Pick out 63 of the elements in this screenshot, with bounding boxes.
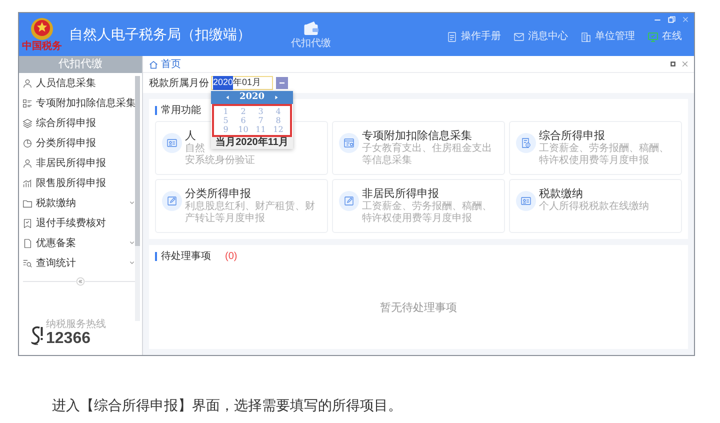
function-card[interactable]: 非居民所得申报 工资薪金、劳务报酬、稿酬、特许权使用费等月度申报 [332, 179, 505, 233]
logo-text: 中国税务 [22, 41, 62, 52]
sidebar-item[interactable]: 查询统计 [19, 253, 135, 273]
function-card[interactable]: 综合所得申报 工资薪金、劳务报酬、稿酬、特许权使用费等月度申报 [509, 121, 682, 175]
sidebar-header: 代扣代缴 [19, 56, 142, 73]
edit-icon [343, 195, 355, 207]
restore-icon[interactable] [667, 15, 676, 24]
field-label: 税款所属月份 [149, 76, 209, 90]
sidebar-item[interactable]: 非居民所得申报 [19, 153, 135, 173]
sidebar-item[interactable]: 分类所得申报 [19, 133, 135, 153]
scrollbar[interactable] [135, 76, 140, 321]
sidebar-item[interactable]: 优惠备案 [19, 233, 135, 253]
hotline-caption: 纳税服务热线 [46, 319, 106, 330]
function-card[interactable]: 税款缴纳 个人所得税税款在线缴纳 [509, 179, 682, 233]
person-icon [22, 78, 33, 88]
search-icon [22, 258, 33, 268]
pie-chart-icon [22, 138, 33, 148]
home-icon [149, 60, 158, 68]
sidebar-item[interactable]: 专项附加扣除信息采集 [19, 93, 135, 113]
empty-message: 暂无待处理事项 [380, 300, 457, 316]
function-card[interactable]: 分类所得申报 利息股息红利、财产租赁、财产转让等月度申报 [155, 179, 328, 233]
calendar-button[interactable] [276, 77, 288, 89]
document-icon [446, 30, 458, 42]
document-gear-icon [520, 137, 532, 149]
wallet-icon [302, 20, 320, 38]
hotline-icon [29, 325, 44, 347]
current-month-button[interactable]: 当月2020年11月 [211, 137, 293, 149]
person-icon [22, 158, 33, 168]
close-icon[interactable] [682, 61, 688, 67]
sidebar-item[interactable]: 综合所得申报 [19, 113, 135, 133]
list-icon [22, 98, 33, 108]
breadcrumb-link[interactable]: 首页 [149, 56, 181, 72]
bar-chart-icon [22, 178, 33, 188]
sidebar-item[interactable]: 人员信息采集 [19, 73, 135, 93]
id-card-icon [166, 137, 178, 149]
function-card[interactable]: 专项附加扣除信息采集 子女教育支出、住房租金支出等信息采集 [332, 121, 505, 175]
chevron-down-icon [129, 200, 135, 206]
chevron-down-icon [129, 260, 135, 266]
collapse-icon[interactable] [76, 277, 85, 286]
caption-text: 进入【综合所得申报】界面，选择需要填写的所得项目。 [52, 396, 402, 415]
receipt-icon [22, 218, 33, 228]
document-icon [22, 238, 33, 248]
restore-icon[interactable] [670, 61, 676, 67]
section-title: 待处理事项 [161, 250, 211, 264]
id-card-icon [520, 195, 532, 207]
form-icon [343, 137, 355, 149]
chevron-down-icon [129, 240, 135, 246]
month-field[interactable]: 2020年01月 [211, 76, 273, 90]
section-title: 常用功能 [161, 104, 201, 118]
hotline-number: 12366 [46, 330, 92, 347]
sidebar-item[interactable]: 退付手续费核对 [19, 213, 135, 233]
year-label: 2020 [239, 90, 265, 104]
window-title: 自然人电子税务局（扣缴端） [69, 25, 251, 44]
monitor-icon [647, 30, 659, 42]
folder-icon [22, 198, 33, 208]
edit-icon [166, 195, 178, 207]
sidebar-item[interactable]: 税款缴纳 [19, 193, 135, 213]
sidebar-item[interactable]: 限售股所得申报 [19, 173, 135, 193]
pending-count: (0) [225, 250, 238, 264]
layers-icon [22, 118, 33, 128]
mail-icon [513, 30, 525, 42]
building-icon [580, 30, 592, 42]
emblem-icon [30, 17, 54, 41]
